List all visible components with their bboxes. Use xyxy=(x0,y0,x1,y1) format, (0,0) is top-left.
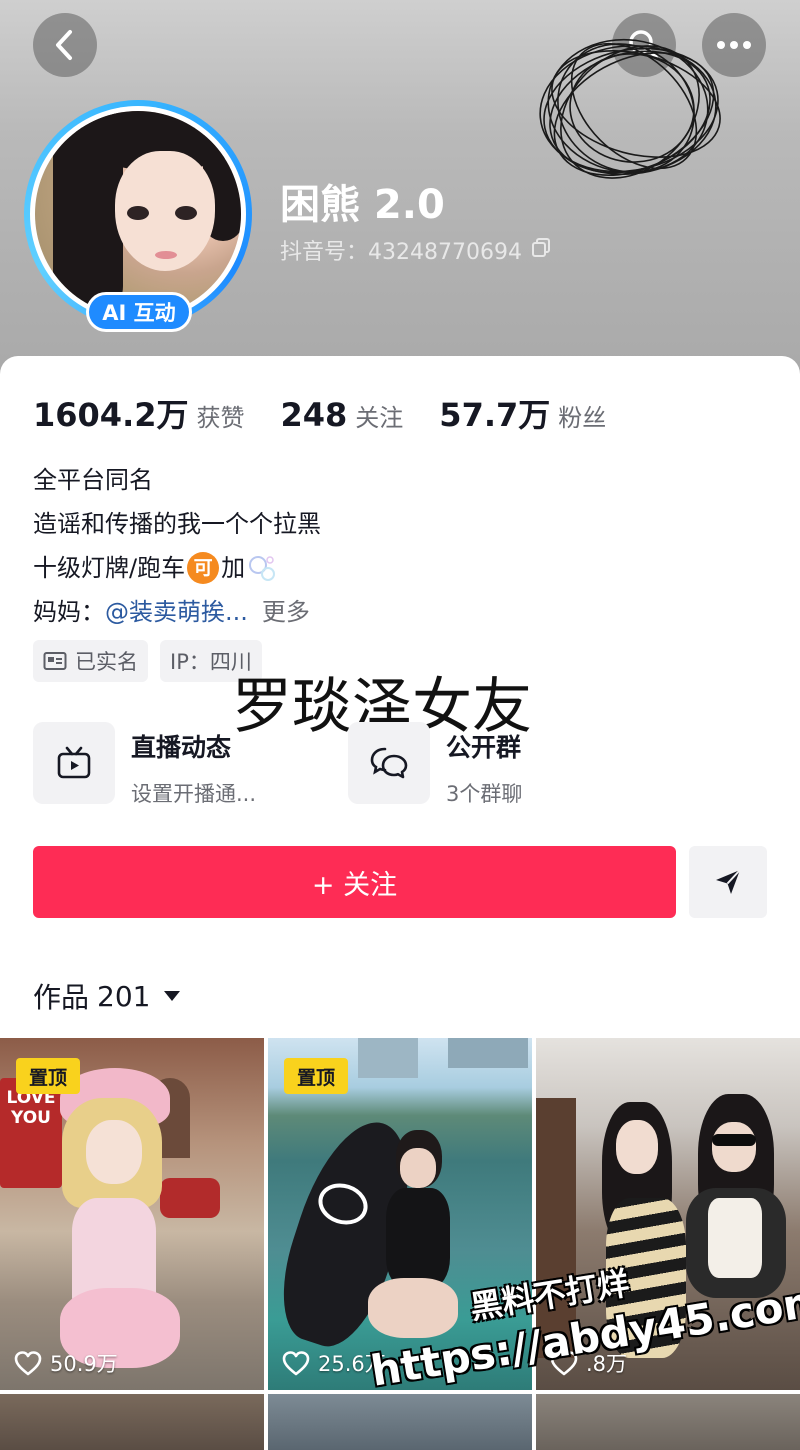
video-thumbnail[interactable] xyxy=(268,1394,532,1450)
feature-subtitle: 3个群聊 xyxy=(446,782,523,806)
bio-more-link[interactable]: 更多 xyxy=(262,590,310,634)
feature-group[interactable]: 公开群 3个群聊 xyxy=(348,722,522,808)
stat-label: 获赞 xyxy=(196,404,245,432)
copy-icon[interactable] xyxy=(530,236,552,264)
chat-bubbles-icon xyxy=(370,747,408,779)
share-button[interactable] xyxy=(689,846,767,918)
stat-following[interactable]: 248 关注 xyxy=(281,396,404,434)
heart-icon xyxy=(282,1351,310,1376)
pinned-badge: 置顶 xyxy=(284,1058,348,1094)
video-thumbnail[interactable]: LOVE YOU 置顶 50.9万 xyxy=(0,1038,264,1390)
mention-link[interactable]: @装卖萌挨... xyxy=(105,590,248,634)
bio-text: 加 xyxy=(221,554,246,582)
bio: 全平台同名 造谣和传播的我一个个拉黑 十级灯牌/跑车 可 加 妈妈： @装卖萌挨… xyxy=(33,458,321,634)
stat-label: 关注 xyxy=(355,404,404,432)
back-button[interactable] xyxy=(33,13,97,77)
bio-line: 妈妈： @装卖萌挨... 更多 xyxy=(33,590,321,634)
bio-text: 十级灯牌/跑车 xyxy=(33,554,186,582)
bubbles-icon xyxy=(249,556,276,581)
stat-likes[interactable]: 1604.2万 获赞 xyxy=(33,390,245,436)
works-count: 201 xyxy=(97,979,151,1013)
scribble-redaction xyxy=(539,38,721,179)
caret-down-icon xyxy=(164,991,181,1001)
stat-label: 粉丝 xyxy=(558,404,607,432)
stat-value: 57.7万 xyxy=(439,396,551,434)
ke-badge: 可 xyxy=(187,552,220,584)
tv-icon xyxy=(57,746,91,779)
likes-count: 50.9万 xyxy=(14,1348,118,1378)
feature-icon-box xyxy=(348,722,430,804)
sign-text: LOVE YOU xyxy=(6,1088,56,1128)
send-icon xyxy=(716,869,741,894)
douyin-id-text: 抖音号：43248770694 xyxy=(280,240,522,265)
bio-line: 造谣和传播的我一个个拉黑 xyxy=(33,510,321,538)
bio-line: 全平台同名 xyxy=(33,466,153,494)
tag-label: 已实名 xyxy=(75,650,138,674)
pinned-badge: 置顶 xyxy=(16,1058,80,1094)
douyin-id: 抖音号：43248770694 xyxy=(280,234,552,266)
likes-text: 50.9万 xyxy=(50,1352,118,1376)
username: 困熊 2.0 xyxy=(280,182,445,228)
feature-subtitle: 设置开播通... xyxy=(131,782,257,806)
stat-followers[interactable]: 57.7万 粉丝 xyxy=(439,390,606,436)
stats-row: 1604.2万 获赞 248 关注 57.7万 粉丝 xyxy=(33,390,642,436)
video-thumbnail[interactable] xyxy=(0,1394,264,1450)
feature-icon-box xyxy=(33,722,115,804)
video-thumbnail[interactable] xyxy=(536,1394,800,1450)
works-tab[interactable]: 作品 201 xyxy=(33,976,182,1016)
ai-interaction-badge[interactable]: AI 互动 xyxy=(86,292,192,332)
heart-icon xyxy=(14,1351,42,1376)
feature-title: 直播动态 xyxy=(131,733,232,762)
works-label: 作品 xyxy=(33,981,90,1014)
chevron-left-icon xyxy=(56,30,72,60)
stat-value: 1604.2万 xyxy=(33,396,189,434)
feature-title: 公开群 xyxy=(446,733,522,762)
stat-value: 248 xyxy=(280,396,348,434)
bio-line: 十级灯牌/跑车 可 加 xyxy=(33,546,321,590)
follow-button[interactable]: + 关注 xyxy=(33,846,676,918)
feature-live[interactable]: 直播动态 设置开播通... xyxy=(33,722,256,808)
bio-text: 妈妈： xyxy=(33,598,105,626)
id-card-icon xyxy=(43,652,67,670)
profile-header: AI 互动 困熊 2.0 抖音号：43248770694 xyxy=(0,0,800,380)
tag-verified[interactable]: 已实名 xyxy=(33,640,148,682)
